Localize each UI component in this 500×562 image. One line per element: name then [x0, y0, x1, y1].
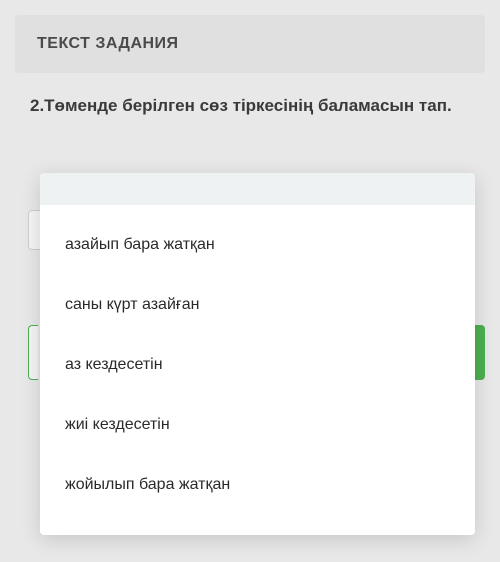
dropdown-option[interactable]: аз кездесетін [40, 335, 475, 395]
dropdown-header [40, 173, 475, 205]
dropdown-list: азайып бара жатқан саны күрт азайған аз … [40, 205, 475, 535]
task-header: ТЕКСТ ЗАДАНИЯ [15, 15, 485, 73]
dropdown-option[interactable]: саны күрт азайған [40, 275, 475, 335]
dropdown-option[interactable]: азайып бара жатқан [40, 215, 475, 275]
dropdown-option[interactable]: жиі кездесетін [40, 395, 475, 455]
submit-button-edge-left [28, 325, 38, 380]
task-header-title: ТЕКСТ ЗАДАНИЯ [37, 35, 463, 53]
question-text: 2.Төменде берілген сөз тіркесінің балама… [30, 93, 470, 119]
question-area: 2.Төменде берілген сөз тіркесінің балама… [0, 88, 500, 134]
dropdown-option[interactable]: жойылып бара жатқан [40, 455, 475, 515]
dropdown-panel: азайып бара жатқан саны күрт азайған аз … [40, 173, 475, 535]
